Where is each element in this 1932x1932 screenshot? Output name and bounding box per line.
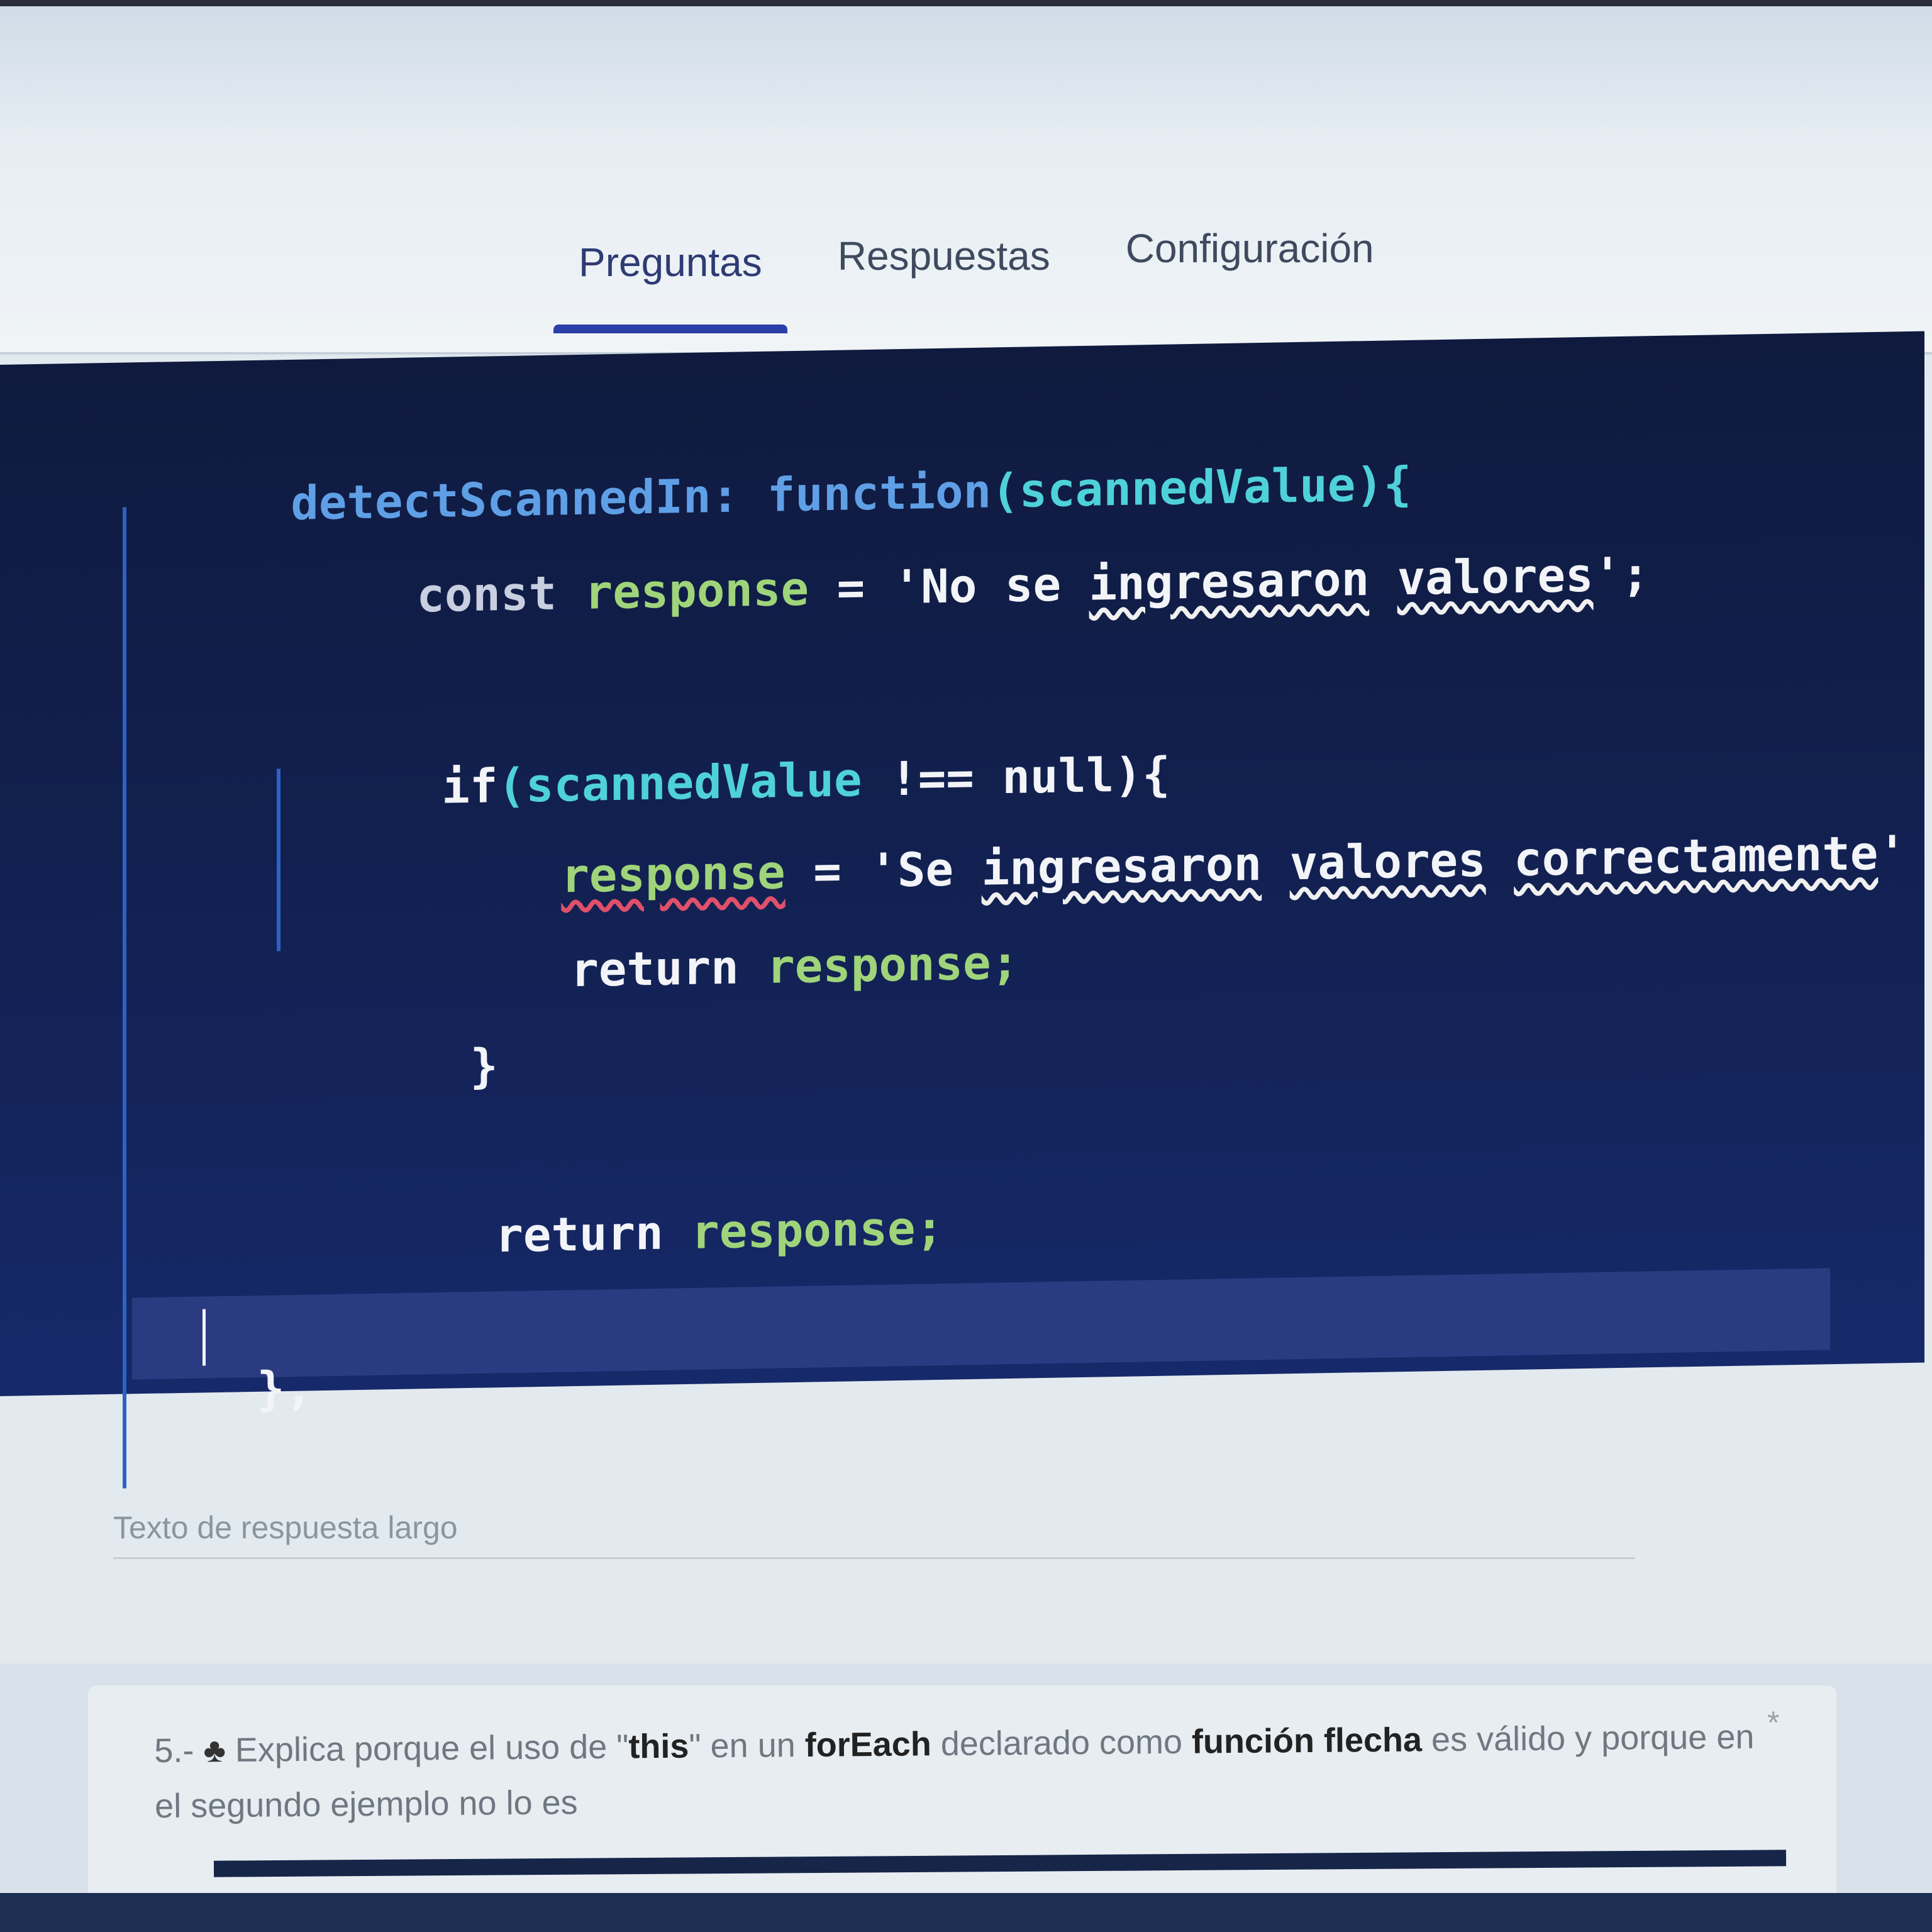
variable: response — [584, 562, 809, 620]
question-keyword: this — [628, 1727, 689, 1766]
question-number: 5.- — [154, 1731, 194, 1770]
code-line-6: } — [302, 985, 498, 1150]
operator: = — [836, 560, 865, 616]
spellcheck-word: valores — [1289, 833, 1486, 891]
string-part: ' — [1878, 826, 1906, 880]
answer-placeholder: Texto de respuesta largo — [113, 1510, 458, 1545]
spellcheck-word: ingresaron — [1089, 552, 1370, 611]
long-answer-field[interactable]: Texto de respuesta largo — [113, 1509, 1635, 1559]
code-line-2: const response = 'No se ingresaron valor… — [248, 493, 1650, 680]
variable: response; — [767, 935, 1019, 994]
string-part: 'No se — [892, 557, 1062, 615]
question-text: Explica porque el uso de " — [235, 1728, 629, 1769]
keyword: const — [416, 566, 557, 623]
question-text: " en un — [689, 1726, 805, 1765]
tab-preguntas[interactable]: Preguntas — [553, 226, 787, 333]
spellcheck-word: valores — [1397, 548, 1594, 606]
window-edge — [0, 0, 1932, 6]
spellcheck-word: correctamente — [1514, 826, 1879, 887]
question-text: declarado como — [931, 1723, 1192, 1763]
brace: } — [470, 1039, 498, 1094]
keyword: return — [570, 940, 739, 998]
tab-respuestas[interactable]: Respuestas — [813, 220, 1075, 333]
text-cursor — [203, 1309, 206, 1366]
code-screenshot-image: detectScannedIn: function(scannedValue){… — [0, 331, 1924, 1489]
spellcheck-word: ingresaron — [981, 836, 1262, 896]
active-tab-indicator — [553, 325, 787, 333]
code-line-9: }, — [145, 1307, 313, 1473]
variable: response; — [691, 1201, 944, 1260]
question-5-title: 5.- ♣ Explica porque el uso de "this" en… — [154, 1709, 1771, 1834]
taskbar — [0, 1893, 1932, 1932]
tab-label: Respuestas — [837, 233, 1050, 279]
club-suit-icon: ♣ — [203, 1731, 226, 1770]
string-part: '; — [1593, 547, 1650, 602]
required-asterisk: * — [1767, 1705, 1780, 1740]
question-keyword: forEach — [804, 1725, 932, 1764]
answer-underline — [113, 1557, 1635, 1559]
tab-configuracion[interactable]: Configuración — [1101, 213, 1399, 333]
tab-label: Preguntas — [579, 240, 762, 285]
keyword: return — [495, 1206, 663, 1263]
brace: }, — [257, 1361, 313, 1417]
question-keyword: función flecha — [1191, 1721, 1423, 1761]
tab-label: Configuración — [1125, 226, 1374, 271]
form-tabs: Preguntas Respuestas Configuración — [553, 226, 1399, 333]
indent-guide — [123, 507, 126, 1489]
